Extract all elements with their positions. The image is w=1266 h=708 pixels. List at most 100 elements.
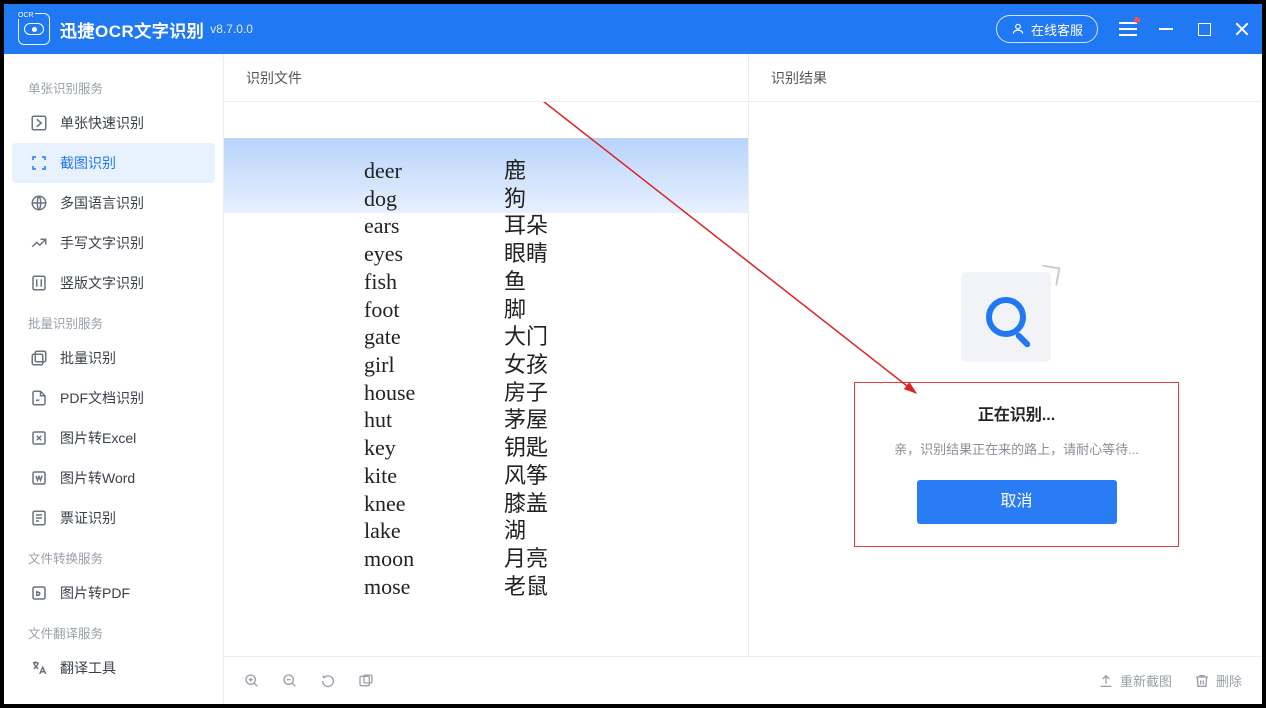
vocab-row: gate大门 (364, 323, 548, 351)
batch-icon (30, 349, 48, 367)
progress-message: 亲，识别结果正在来的路上，请耐心等待... (865, 439, 1168, 458)
trash-icon (1194, 673, 1210, 689)
recapture-label: 重新截图 (1120, 671, 1172, 690)
sidebar-item[interactable]: 票证识别 (12, 498, 215, 538)
app-version: v8.7.0.0 (210, 22, 253, 36)
sidebar-item-label: 翻译工具 (60, 658, 116, 678)
close-button[interactable] (1232, 19, 1252, 39)
maximize-button[interactable] (1194, 19, 1214, 39)
sidebar-item[interactable]: 图片转Word (12, 458, 215, 498)
handwriting-icon (30, 234, 48, 252)
sidebar: 单张识别服务单张快速识别截图识别多国语言识别手写文字识别竖版文字识别批量识别服务… (4, 54, 224, 704)
app-window: OCR 迅捷OCR文字识别 v8.7.0.0 在线客服 (4, 4, 1262, 704)
vocab-row: kite风筝 (364, 462, 548, 490)
vocab-row: girl女孩 (364, 351, 548, 379)
vocab-zh: 湖 (504, 517, 526, 545)
progress-title: 正在识别... (865, 401, 1168, 425)
minimize-icon (1159, 28, 1173, 30)
vocab-en: ears (364, 212, 504, 240)
vocab-row: house房子 (364, 379, 548, 407)
bottom-toolbar: 重新截图 删除 (224, 656, 1262, 704)
sidebar-group-title: 文件转换服务 (4, 538, 223, 573)
vocab-en: hut (364, 406, 504, 434)
customer-service-button[interactable]: 在线客服 (996, 15, 1098, 43)
vocab-zh: 月亮 (504, 545, 548, 573)
sidebar-item-label: 单张快速识别 (60, 113, 144, 133)
sidebar-item[interactable]: 竖版文字识别 (12, 263, 215, 303)
magnifier-icon (986, 297, 1026, 337)
vocab-zh: 茅屋 (504, 406, 548, 434)
sidebar-item-label: 手写文字识别 (60, 233, 144, 253)
sidebar-item-label: 批量识别 (60, 348, 116, 368)
sidebar-item-label: 票证识别 (60, 508, 116, 528)
vocab-zh: 大门 (504, 323, 548, 351)
fit-button[interactable] (358, 673, 374, 689)
sidebar-item[interactable]: 批量识别 (12, 338, 215, 378)
rotate-button[interactable] (320, 673, 336, 689)
close-icon (1234, 21, 1250, 37)
vocab-en: mose (364, 573, 504, 601)
menu-button[interactable] (1118, 19, 1138, 39)
vocab-zh: 风筝 (504, 462, 548, 490)
vocab-zh: 脚 (504, 296, 526, 324)
vocab-row: hut茅屋 (364, 406, 548, 434)
maximize-icon (1198, 23, 1211, 36)
sidebar-item-label: PDF文档识别 (60, 388, 144, 408)
sidebar-item[interactable]: 单张快速识别 (12, 103, 215, 143)
receipt-icon (30, 509, 48, 527)
sidebar-group-title: 单张识别服务 (4, 68, 223, 103)
vocab-zh: 耳朵 (504, 212, 548, 240)
to-excel-icon (30, 429, 48, 447)
sidebar-item[interactable]: 截图识别 (12, 143, 215, 183)
vocab-zh: 鱼 (504, 268, 526, 296)
content-row: deer鹿dog狗ears耳朵eyes眼睛fish鱼foot脚gate大门gir… (224, 102, 1262, 656)
vocab-row: key钥匙 (364, 434, 548, 462)
single-fast-icon (30, 114, 48, 132)
vocab-zh: 狗 (504, 185, 526, 213)
titlebar: OCR 迅捷OCR文字识别 v8.7.0.0 在线客服 (4, 4, 1262, 54)
minimize-button[interactable] (1156, 19, 1176, 39)
vocab-en: fish (364, 268, 504, 296)
sidebar-item[interactable]: 多国语言识别 (12, 183, 215, 223)
vocab-row: foot脚 (364, 296, 548, 324)
progress-dialog: 正在识别... 亲，识别结果正在来的路上，请耐心等待... 取消 (854, 382, 1179, 547)
notification-dot-icon (1134, 17, 1140, 23)
vocab-row: dog狗 (364, 185, 548, 213)
delete-button[interactable]: 删除 (1194, 671, 1242, 690)
recapture-button[interactable]: 重新截图 (1098, 671, 1172, 690)
vocab-zh: 房子 (504, 379, 548, 407)
fit-icon (358, 673, 374, 689)
column-header-file: 识别文件 (224, 54, 748, 101)
sidebar-item[interactable]: 手写文字识别 (12, 223, 215, 263)
vocab-en: deer (364, 157, 504, 185)
preview-pane[interactable]: deer鹿dog狗ears耳朵eyes眼睛fish鱼foot脚gate大门gir… (224, 102, 748, 656)
zoom-in-button[interactable] (244, 673, 260, 689)
pdf-doc-icon (30, 389, 48, 407)
sidebar-item[interactable]: 图片转PDF (12, 573, 215, 613)
vocab-zh: 老鼠 (504, 573, 548, 601)
zoom-in-icon (244, 673, 260, 689)
cancel-button[interactable]: 取消 (917, 480, 1117, 524)
vocab-row: knee膝盖 (364, 490, 548, 518)
sidebar-group-title: 文件翻译服务 (4, 613, 223, 648)
sidebar-group-title: 批量识别服务 (4, 303, 223, 338)
vocab-table: deer鹿dog狗ears耳朵eyes眼睛fish鱼foot脚gate大门gir… (364, 157, 548, 601)
sidebar-item[interactable]: PDF文档识别 (12, 378, 215, 418)
sidebar-item-label: 图片转Word (60, 468, 135, 488)
zoom-out-button[interactable] (282, 673, 298, 689)
sidebar-item-label: 多国语言识别 (60, 193, 144, 213)
vocab-zh: 膝盖 (504, 490, 548, 518)
hamburger-icon (1119, 28, 1137, 30)
vocab-en: girl (364, 351, 504, 379)
headset-icon (1011, 22, 1025, 36)
app-logo-icon: OCR (18, 13, 50, 45)
screenshot-icon (30, 154, 48, 172)
body: 单张识别服务单张快速识别截图识别多国语言识别手写文字识别竖版文字识别批量识别服务… (4, 54, 1262, 704)
column-headers: 识别文件 识别结果 (224, 54, 1262, 102)
vocab-en: eyes (364, 240, 504, 268)
sidebar-item[interactable]: 图片转Excel (12, 418, 215, 458)
sidebar-item[interactable]: 翻译工具 (12, 648, 215, 688)
vocab-en: lake (364, 517, 504, 545)
vocab-en: house (364, 379, 504, 407)
vocab-row: fish鱼 (364, 268, 548, 296)
